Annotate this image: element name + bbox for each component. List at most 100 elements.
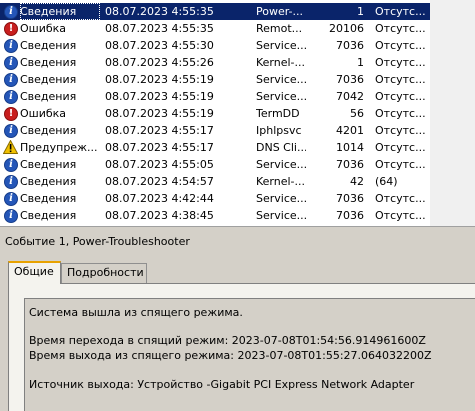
tab-general[interactable]: Общие [8,261,61,284]
event-task-category: Отсутс... [375,141,426,154]
info-icon: i [4,90,18,104]
event-level-icon-cell: i [3,88,19,105]
message-line-1: Система вышла из спящего режима. [29,306,243,319]
event-level-icon-cell: i [3,3,19,20]
event-date: 08.07.2023 4:55:35 [105,22,214,35]
info-icon: i [4,124,18,138]
event-level-icon-cell: i [3,122,19,139]
event-source: Service... [256,158,306,171]
event-source: Service... [256,39,306,52]
event-level: Сведения [20,39,77,52]
event-level-icon-cell: ! [3,20,19,37]
info-icon: i [4,39,18,53]
event-row[interactable]: i Сведения 08.07.2023 4:38:45 Service... 703… [0,207,430,224]
event-row[interactable]: i Сведения 08.07.2023 4:55:17 Iphlpsvc 4201 О… [0,122,430,139]
event-list-scroll-area [430,0,475,226]
event-date: 08.07.2023 4:55:26 [105,56,214,69]
event-level: Сведения [20,192,77,205]
tab-details[interactable]: Подробности [61,263,147,283]
event-row[interactable]: i Сведения 08.07.2023 4:55:19 Service... 703… [0,71,430,88]
info-icon: i [4,73,18,87]
event-list[interactable]: i Сведения 08.07.2023 4:55:35 Power-... 1 Отс… [0,0,430,226]
event-id: 1 [357,56,364,69]
event-id: 20106 [329,22,364,35]
event-date: 08.07.2023 4:55:05 [105,158,214,171]
event-details-title: Событие 1, Power-Troubleshooter [5,235,190,248]
info-icon: i [4,56,18,70]
event-id: 7036 [336,192,364,205]
error-icon: ! [4,107,18,121]
event-message-box[interactable]: Система вышла из спящего режима. Время п… [24,298,475,411]
event-date: 08.07.2023 4:38:45 [105,209,214,222]
event-source: DNS Cli... [256,141,306,154]
info-icon: i [4,175,18,189]
event-task-category: Отсутс... [375,22,426,35]
event-row[interactable]: ! Ошибка 08.07.2023 4:55:35 Remot... 20106 От… [0,20,430,37]
event-level-icon-cell: i [3,37,19,54]
event-date: 08.07.2023 4:55:17 [105,141,214,154]
event-date: 08.07.2023 4:55:19 [105,107,214,120]
event-date: 08.07.2023 4:55:19 [105,90,214,103]
event-row[interactable]: i Сведения 08.07.2023 4:42:44 Service... 703… [0,190,430,207]
event-level-icon-cell: i [3,54,19,71]
event-source: Iphlpsvc [256,124,302,137]
event-level: Сведения [20,3,100,20]
event-task-category: Отсутс... [375,107,426,120]
event-id: 4201 [336,124,364,137]
event-level-icon-cell: i [3,71,19,88]
event-level-icon-cell: i [3,173,19,190]
event-level-icon-cell [3,139,19,156]
event-level-icon-cell: i [3,190,19,207]
info-icon: i [4,158,18,172]
event-row[interactable]: i Сведения 08.07.2023 4:55:35 Power-... 1 Отс… [0,3,430,20]
event-row[interactable]: i Сведения 08.07.2023 4:54:57 Kernel-... 42 (… [0,173,430,190]
event-task-category: Отсутс... [375,90,426,103]
event-row[interactable]: i Сведения 08.07.2023 4:55:19 Service... 704… [0,88,430,105]
event-source: Kernel-... [256,56,306,69]
info-icon: i [4,192,18,206]
general-tab-panel: Система вышла из спящего режима. Время п… [8,283,475,411]
event-id: 1 [357,5,364,18]
event-id: 7036 [336,158,364,171]
event-task-category: Отсутс... [375,158,426,171]
event-id: 7036 [336,39,364,52]
event-source: Service... [256,90,306,103]
event-level-icon-cell: i [3,207,19,224]
event-date: 08.07.2023 4:55:19 [105,73,214,86]
event-id: 7036 [336,209,364,222]
event-level: Предупреж... [20,141,98,154]
event-row[interactable]: ! Ошибка 08.07.2023 4:55:19 TermDD 56 Отсутс.… [0,105,430,122]
event-task-category: Отсутс... [375,39,426,52]
event-source: Remot... [256,22,303,35]
event-details-pane: Событие 1, Power-Troubleshooter Система … [0,231,475,411]
info-icon: i [4,5,18,19]
event-id: 7036 [336,73,364,86]
event-id: 42 [350,175,364,188]
event-source: Service... [256,192,306,205]
event-source: Power-... [256,5,304,18]
event-row[interactable]: Предупреж... 08.07.2023 4:55:17 DNS Cli...… [0,139,430,156]
event-row[interactable]: i Сведения 08.07.2023 4:55:26 Kernel-... 1 От… [0,54,430,71]
event-level-icon-cell: ! [3,105,19,122]
error-icon: ! [4,22,18,36]
event-task-category: Отсутс... [375,192,426,205]
event-id: 56 [350,107,364,120]
event-row[interactable]: i Сведения 08.07.2023 4:55:30 Service... 703… [0,37,430,54]
event-task-category: Отсутс... [375,209,426,222]
event-level: Сведения [20,56,77,69]
message-line-2: Время перехода в спящий режим: 2023-07-0… [29,334,426,347]
event-level: Сведения [20,209,77,222]
event-source: Kernel-... [256,175,306,188]
event-level: Сведения [20,90,77,103]
event-task-category: Отсутс... [375,73,426,86]
event-date: 08.07.2023 4:55:30 [105,39,214,52]
event-source: Service... [256,209,306,222]
event-date: 08.07.2023 4:55:17 [105,124,214,137]
event-row[interactable]: i Сведения 08.07.2023 4:55:05 Service... 703… [0,156,430,173]
event-task-category: (64) [375,175,398,188]
event-id: 1014 [336,141,364,154]
message-line-3: Время выхода из спящего режима: 2023-07-… [29,349,432,362]
event-task-category: Отсутс... [375,124,426,137]
event-level: Ошибка [20,22,67,35]
event-source: Service... [256,73,306,86]
